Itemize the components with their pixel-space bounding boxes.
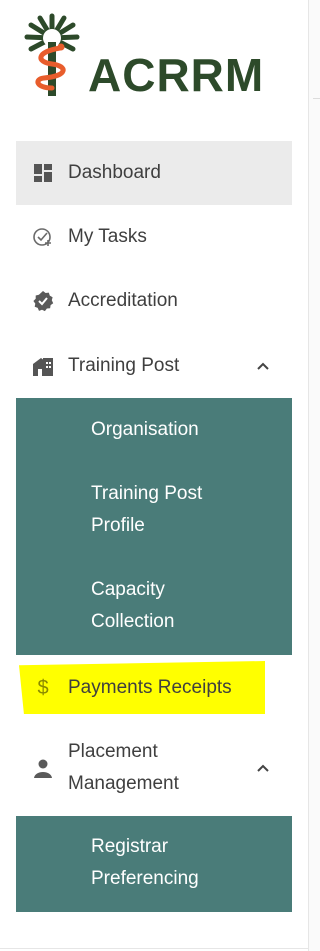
chevron-up-icon[interactable] xyxy=(256,355,270,377)
badge-check-icon xyxy=(32,290,54,312)
submenu-item-capacity-collection[interactable]: Capacity Collection xyxy=(91,574,280,638)
submenu-item-label-line2: Preferencing xyxy=(91,868,199,889)
sidebar-item-label-line1: Placement xyxy=(68,741,158,762)
sidebar: ACRRM Dashboard My Tasks Accreditation T… xyxy=(0,0,308,951)
sidebar-item-label: Accreditation xyxy=(68,290,178,311)
sidebar-item-label: Dashboard xyxy=(68,162,161,183)
person-icon xyxy=(32,757,54,779)
submenu-item-label-line2: Profile xyxy=(91,515,145,536)
submenu-item-label-line1: Capacity xyxy=(91,579,165,600)
dollar-icon: $ xyxy=(37,676,49,699)
submenu-item-label-line1: Training Post xyxy=(91,483,203,504)
placement-management-submenu: Registrar Preferencing xyxy=(16,816,292,912)
sidebar-item-label: My Tasks xyxy=(68,226,147,247)
sidebar-item-training-post[interactable]: Training Post xyxy=(16,334,292,398)
sidebar-item-placement-management[interactable]: Placement Management xyxy=(16,724,292,812)
dashboard-icon xyxy=(32,162,54,184)
sidebar-item-accreditation[interactable]: Accreditation xyxy=(16,269,292,333)
brand-name: ACRRM xyxy=(88,49,265,101)
tasks-check-icon xyxy=(32,226,54,248)
submenu-item-registrar-preferencing[interactable]: Registrar Preferencing xyxy=(91,831,280,895)
submenu-item-label-line1: Registrar xyxy=(91,836,169,857)
chevron-up-icon[interactable] xyxy=(256,752,270,784)
submenu-item-training-post-profile[interactable]: Training Post Profile xyxy=(91,478,280,542)
sidebar-item-label: Training Post xyxy=(68,355,180,376)
building-icon xyxy=(32,355,54,377)
sidebar-item-payments-receipts[interactable]: $ Payments Receipts xyxy=(16,656,292,720)
training-post-submenu: Organisation Training Post Profile Capac… xyxy=(16,398,292,655)
divider xyxy=(313,98,320,99)
submenu-item-label-line2: Collection xyxy=(91,611,175,632)
sidebar-item-label-line2: Management xyxy=(68,773,179,794)
content-edge xyxy=(308,0,320,951)
submenu-item-label: Organisation xyxy=(91,419,199,440)
acrrm-emblem-icon xyxy=(24,13,80,96)
acrrm-logo[interactable]: ACRRM xyxy=(24,12,294,102)
sidebar-item-dashboard[interactable]: Dashboard xyxy=(16,141,292,205)
submenu-item-organisation[interactable]: Organisation xyxy=(91,414,280,446)
sidebar-item-my-tasks[interactable]: My Tasks xyxy=(16,205,292,269)
sidebar-item-label: Payments Receipts xyxy=(68,677,232,698)
divider xyxy=(0,948,308,949)
